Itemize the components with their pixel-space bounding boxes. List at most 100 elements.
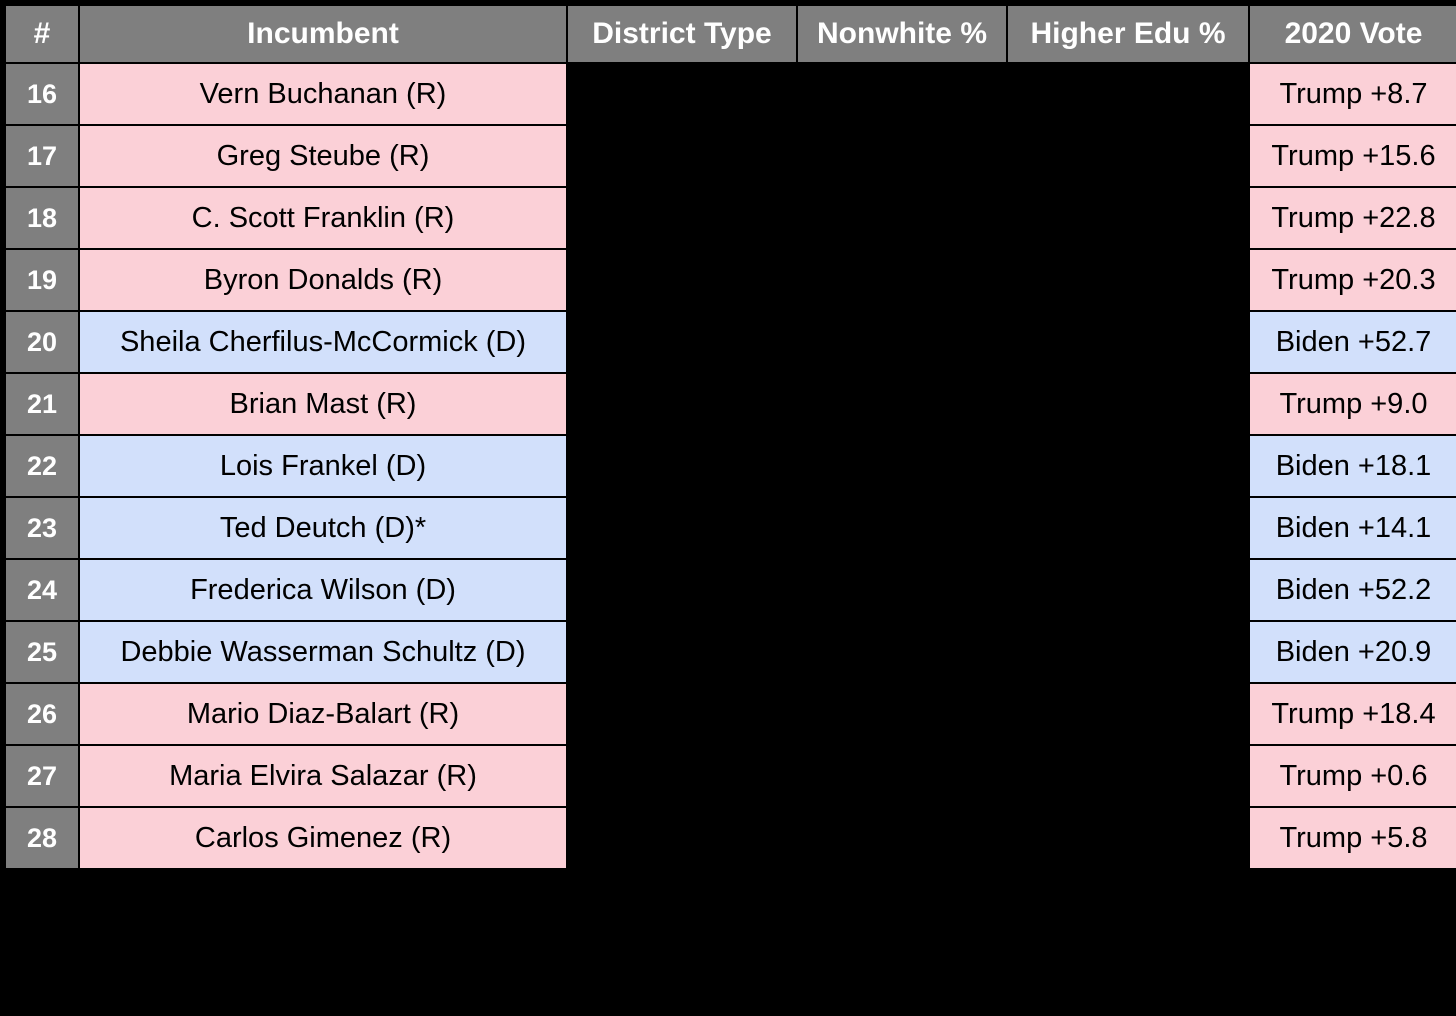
district-type-cell [568, 312, 796, 372]
column-header-number[interactable]: # [6, 6, 78, 62]
district-type-cell [568, 188, 796, 248]
nonwhite-pct-cell [798, 808, 1006, 868]
higher-edu-pct-cell [1008, 312, 1248, 372]
vote-margin-cell: Biden +18.1 [1250, 436, 1456, 496]
table-row[interactable]: 24 Frederica Wilson (D) Biden +52.2 [6, 560, 1456, 620]
district-type-cell [568, 374, 796, 434]
table-row[interactable]: 18 C. Scott Franklin (R) Trump +22.8 [6, 188, 1456, 248]
district-type-cell [568, 126, 796, 186]
table-row[interactable]: 23 Ted Deutch (D)* Biden +14.1 [6, 498, 1456, 558]
higher-edu-pct-cell [1008, 64, 1248, 124]
district-number-cell: 28 [6, 808, 78, 868]
table-row[interactable]: 27 Maria Elvira Salazar (R) Trump +0.6 [6, 746, 1456, 806]
incumbent-cell: Sheila Cherfilus-McCormick (D) [80, 312, 566, 372]
district-type-cell [568, 808, 796, 868]
table-row[interactable]: 17 Greg Steube (R) Trump +15.6 [6, 126, 1456, 186]
district-number-cell: 26 [6, 684, 78, 744]
incumbent-cell: Lois Frankel (D) [80, 436, 566, 496]
incumbent-cell: Debbie Wasserman Schultz (D) [80, 622, 566, 682]
district-number-cell: 18 [6, 188, 78, 248]
table-row[interactable]: 16 Vern Buchanan (R) Trump +8.7 [6, 64, 1456, 124]
incumbent-cell: Ted Deutch (D)* [80, 498, 566, 558]
nonwhite-pct-cell [798, 560, 1006, 620]
vote-margin-cell: Biden +14.1 [1250, 498, 1456, 558]
higher-edu-pct-cell [1008, 436, 1248, 496]
vote-margin-cell: Biden +52.2 [1250, 560, 1456, 620]
vote-margin-cell: Trump +18.4 [1250, 684, 1456, 744]
district-number-cell: 21 [6, 374, 78, 434]
higher-edu-pct-cell [1008, 374, 1248, 434]
table-row[interactable]: 22 Lois Frankel (D) Biden +18.1 [6, 436, 1456, 496]
vote-margin-cell: Trump +0.6 [1250, 746, 1456, 806]
district-type-cell [568, 560, 796, 620]
vote-margin-cell: Trump +15.6 [1250, 126, 1456, 186]
table-row[interactable]: 19 Byron Donalds (R) Trump +20.3 [6, 250, 1456, 310]
district-number-cell: 19 [6, 250, 78, 310]
column-header-2020-vote[interactable]: 2020 Vote [1250, 6, 1456, 62]
incumbent-cell: Frederica Wilson (D) [80, 560, 566, 620]
table-row[interactable]: 20 Sheila Cherfilus-McCormick (D) Biden +5… [6, 312, 1456, 372]
incumbent-cell: C. Scott Franklin (R) [80, 188, 566, 248]
district-type-cell [568, 684, 796, 744]
nonwhite-pct-cell [798, 684, 1006, 744]
vote-margin-cell: Trump +22.8 [1250, 188, 1456, 248]
district-type-cell [568, 622, 796, 682]
nonwhite-pct-cell [798, 746, 1006, 806]
nonwhite-pct-cell [798, 498, 1006, 558]
vote-margin-cell: Trump +20.3 [1250, 250, 1456, 310]
table-row[interactable]: 28 Carlos Gimenez (R) Trump +5.8 [6, 808, 1456, 868]
nonwhite-pct-cell [798, 436, 1006, 496]
vote-margin-cell: Biden +52.7 [1250, 312, 1456, 372]
incumbent-cell: Mario Diaz-Balart (R) [80, 684, 566, 744]
column-header-district-type[interactable]: District Type [568, 6, 796, 62]
districts-table-container: # Incumbent District Type Nonwhite % Hig… [4, 4, 1456, 870]
table-row[interactable]: 26 Mario Diaz-Balart (R) Trump +18.4 [6, 684, 1456, 744]
nonwhite-pct-cell [798, 622, 1006, 682]
table-row[interactable]: 25 Debbie Wasserman Schultz (D) Biden +20.… [6, 622, 1456, 682]
incumbent-cell: Greg Steube (R) [80, 126, 566, 186]
higher-edu-pct-cell [1008, 126, 1248, 186]
incumbent-cell: Vern Buchanan (R) [80, 64, 566, 124]
nonwhite-pct-cell [798, 250, 1006, 310]
nonwhite-pct-cell [798, 312, 1006, 372]
district-number-cell: 17 [6, 126, 78, 186]
nonwhite-pct-cell [798, 64, 1006, 124]
higher-edu-pct-cell [1008, 560, 1248, 620]
district-number-cell: 16 [6, 64, 78, 124]
column-header-incumbent[interactable]: Incumbent [80, 6, 566, 62]
table-header: # Incumbent District Type Nonwhite % Hig… [6, 6, 1456, 62]
table-row[interactable]: 21 Brian Mast (R) Trump +9.0 [6, 374, 1456, 434]
districts-table: # Incumbent District Type Nonwhite % Hig… [4, 4, 1456, 870]
district-number-cell: 24 [6, 560, 78, 620]
vote-margin-cell: Trump +8.7 [1250, 64, 1456, 124]
header-row: # Incumbent District Type Nonwhite % Hig… [6, 6, 1456, 62]
district-type-cell [568, 746, 796, 806]
vote-margin-cell: Trump +9.0 [1250, 374, 1456, 434]
nonwhite-pct-cell [798, 188, 1006, 248]
higher-edu-pct-cell [1008, 498, 1248, 558]
district-number-cell: 20 [6, 312, 78, 372]
incumbent-cell: Byron Donalds (R) [80, 250, 566, 310]
higher-edu-pct-cell [1008, 250, 1248, 310]
district-number-cell: 23 [6, 498, 78, 558]
district-number-cell: 25 [6, 622, 78, 682]
incumbent-cell: Brian Mast (R) [80, 374, 566, 434]
column-header-higher-edu-pct[interactable]: Higher Edu % [1008, 6, 1248, 62]
table-body: 16 Vern Buchanan (R) Trump +8.7 17 Greg Steu… [6, 64, 1456, 868]
vote-margin-cell: Biden +20.9 [1250, 622, 1456, 682]
column-header-nonwhite-pct[interactable]: Nonwhite % [798, 6, 1006, 62]
district-type-cell [568, 250, 796, 310]
district-number-cell: 22 [6, 436, 78, 496]
higher-edu-pct-cell [1008, 622, 1248, 682]
district-type-cell [568, 498, 796, 558]
incumbent-cell: Carlos Gimenez (R) [80, 808, 566, 868]
nonwhite-pct-cell [798, 126, 1006, 186]
district-type-cell [568, 436, 796, 496]
higher-edu-pct-cell [1008, 808, 1248, 868]
incumbent-cell: Maria Elvira Salazar (R) [80, 746, 566, 806]
higher-edu-pct-cell [1008, 746, 1248, 806]
higher-edu-pct-cell [1008, 684, 1248, 744]
district-number-cell: 27 [6, 746, 78, 806]
higher-edu-pct-cell [1008, 188, 1248, 248]
nonwhite-pct-cell [798, 374, 1006, 434]
